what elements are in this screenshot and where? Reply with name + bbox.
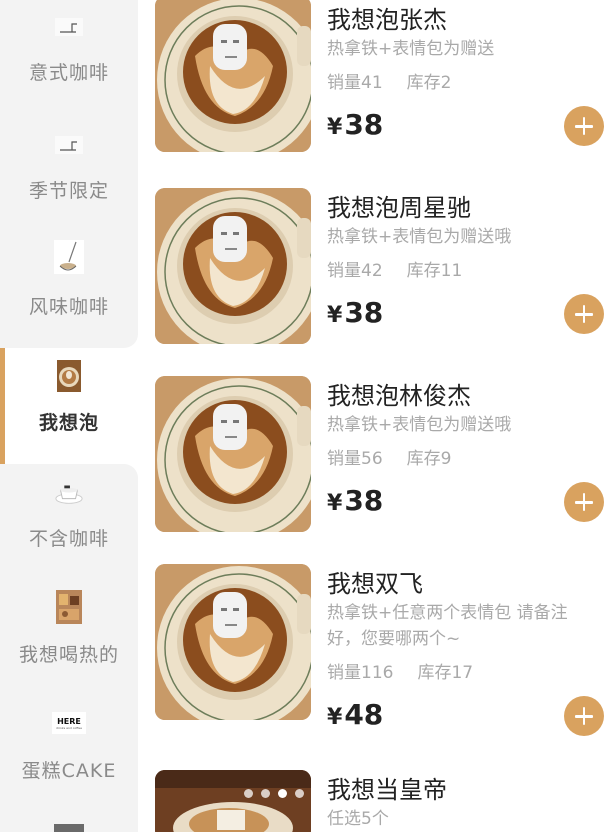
sidebar-item-cake[interactable]: HERE drinks and coffee 蛋糕CAKE <box>0 696 138 812</box>
image-carousel-indicator <box>244 789 304 798</box>
sidebar-item-flavored[interactable]: 风味咖啡 <box>0 232 138 348</box>
sidebar-item-label: 我想喝热的 <box>18 644 119 666</box>
latte-art-image <box>155 0 311 152</box>
sidebar-item-wo-xiang-pao[interactable]: 我想泡 <box>0 348 138 464</box>
carousel-dot[interactable] <box>261 789 270 798</box>
sidebar-item-hot-drinks[interactable]: 我想喝热的 <box>0 580 138 696</box>
currency-symbol: ¥ <box>327 303 343 328</box>
carousel-dot[interactable] <box>295 789 304 798</box>
product-price: ¥38 <box>327 484 383 517</box>
sidebar-item-espresso[interactable]: 意式咖啡 <box>0 0 138 116</box>
product-image[interactable] <box>155 770 311 832</box>
stock-count: 库存11 <box>406 261 463 281</box>
product-stats: 销量41 库存2 <box>327 68 451 93</box>
currency-symbol: ¥ <box>327 705 343 730</box>
product-card[interactable]: 我想双飞 热拿铁+任意两个表情包 请备注好，您要哪两个~ 销量116 库存17 ¥… <box>152 564 613 764</box>
product-name: 我想泡林俊杰 <box>327 382 471 410</box>
product-stats: 销量42 库存11 <box>327 256 462 281</box>
product-description: 热拿铁+表情包为赠送哦 <box>327 415 512 435</box>
product-name: 我想双飞 <box>327 570 423 598</box>
product-name: 我想当皇帝 <box>327 776 447 804</box>
currency-symbol: ¥ <box>327 491 343 516</box>
latte-art-image <box>155 188 311 344</box>
product-price: ¥38 <box>327 296 383 329</box>
category-sidebar: 意式咖啡 季节限定 风味咖啡 我想泡 不含咖啡 我想喝热的 HERE drink… <box>0 0 138 832</box>
add-to-cart-button[interactable] <box>564 294 604 334</box>
sidebar-item-label: 我想泡 <box>38 412 99 434</box>
hot-drink-thumb-icon <box>56 590 82 624</box>
product-image[interactable] <box>155 0 311 152</box>
add-to-cart-button[interactable] <box>564 106 604 146</box>
price-value: 38 <box>344 108 384 141</box>
carousel-dot-active[interactable] <box>278 789 287 798</box>
stock-count: 库存9 <box>406 449 452 469</box>
sidebar-item-more[interactable] <box>0 812 138 832</box>
product-description: 热拿铁+表情包为赠送 <box>327 39 495 59</box>
product-description: 热拿铁+表情包为赠送哦 <box>327 227 512 247</box>
product-card[interactable]: 我想当皇帝 任选5个 <box>152 770 613 832</box>
currency-symbol: ¥ <box>327 115 343 140</box>
sidebar-item-label: 意式咖啡 <box>28 62 109 84</box>
product-description: 热拿铁+任意两个表情包 请备注好，您要哪两个~ <box>327 603 568 649</box>
product-card[interactable]: 我想泡周星驰 热拿铁+表情包为赠送哦 销量42 库存11 ¥38 <box>152 188 613 368</box>
dessert-image <box>155 770 311 832</box>
product-image[interactable] <box>155 376 311 532</box>
stock-count: 库存17 <box>417 663 474 683</box>
price-value: 38 <box>344 484 384 517</box>
product-image[interactable] <box>155 188 311 344</box>
price-value: 38 <box>344 296 384 329</box>
product-card[interactable]: 我想泡林俊杰 热拿铁+表情包为赠送哦 销量56 库存9 ¥38 <box>152 376 613 556</box>
thumb-image <box>54 824 84 832</box>
sidebar-item-label: 季节限定 <box>28 180 109 202</box>
latte-art-image <box>155 564 311 720</box>
add-to-cart-button[interactable] <box>564 696 604 736</box>
carousel-dot[interactable] <box>244 789 253 798</box>
product-price: ¥48 <box>327 698 383 731</box>
product-name: 我想泡张杰 <box>327 6 447 34</box>
sidebar-item-label: 不含咖啡 <box>28 528 109 550</box>
product-stats: 销量56 库存9 <box>327 444 451 469</box>
pour-coffee-icon <box>54 240 84 274</box>
product-name: 我想泡周星驰 <box>327 194 471 222</box>
product-card[interactable]: 我想泡张杰 热拿铁+表情包为赠送 销量41 库存2 ¥38 <box>152 0 613 180</box>
add-to-cart-button[interactable] <box>564 482 604 522</box>
sales-count: 销量42 <box>327 261 383 281</box>
white-cup-icon <box>54 478 84 508</box>
sales-count: 销量41 <box>327 73 383 93</box>
product-price: ¥38 <box>327 108 383 141</box>
cup-line-icon <box>54 130 84 160</box>
price-value: 48 <box>344 698 384 731</box>
product-stats: 销量116 库存17 <box>327 658 473 683</box>
cup-line-icon <box>54 12 84 42</box>
product-image[interactable] <box>155 564 311 720</box>
sales-count: 销量116 <box>327 663 394 683</box>
stock-count: 库存2 <box>406 73 452 93</box>
product-description: 任选5个 <box>327 809 389 829</box>
sales-count: 销量56 <box>327 449 383 469</box>
sidebar-item-label: 蛋糕CAKE <box>21 760 117 782</box>
sidebar-item-seasonal[interactable]: 季节限定 <box>0 116 138 232</box>
sidebar-item-no-coffee[interactable]: 不含咖啡 <box>0 464 138 580</box>
latte-art-image <box>155 376 311 532</box>
here-logo-icon: HERE drinks and coffee <box>52 712 86 734</box>
latte-thumb-icon <box>57 360 81 392</box>
sidebar-item-label: 风味咖啡 <box>28 296 109 318</box>
